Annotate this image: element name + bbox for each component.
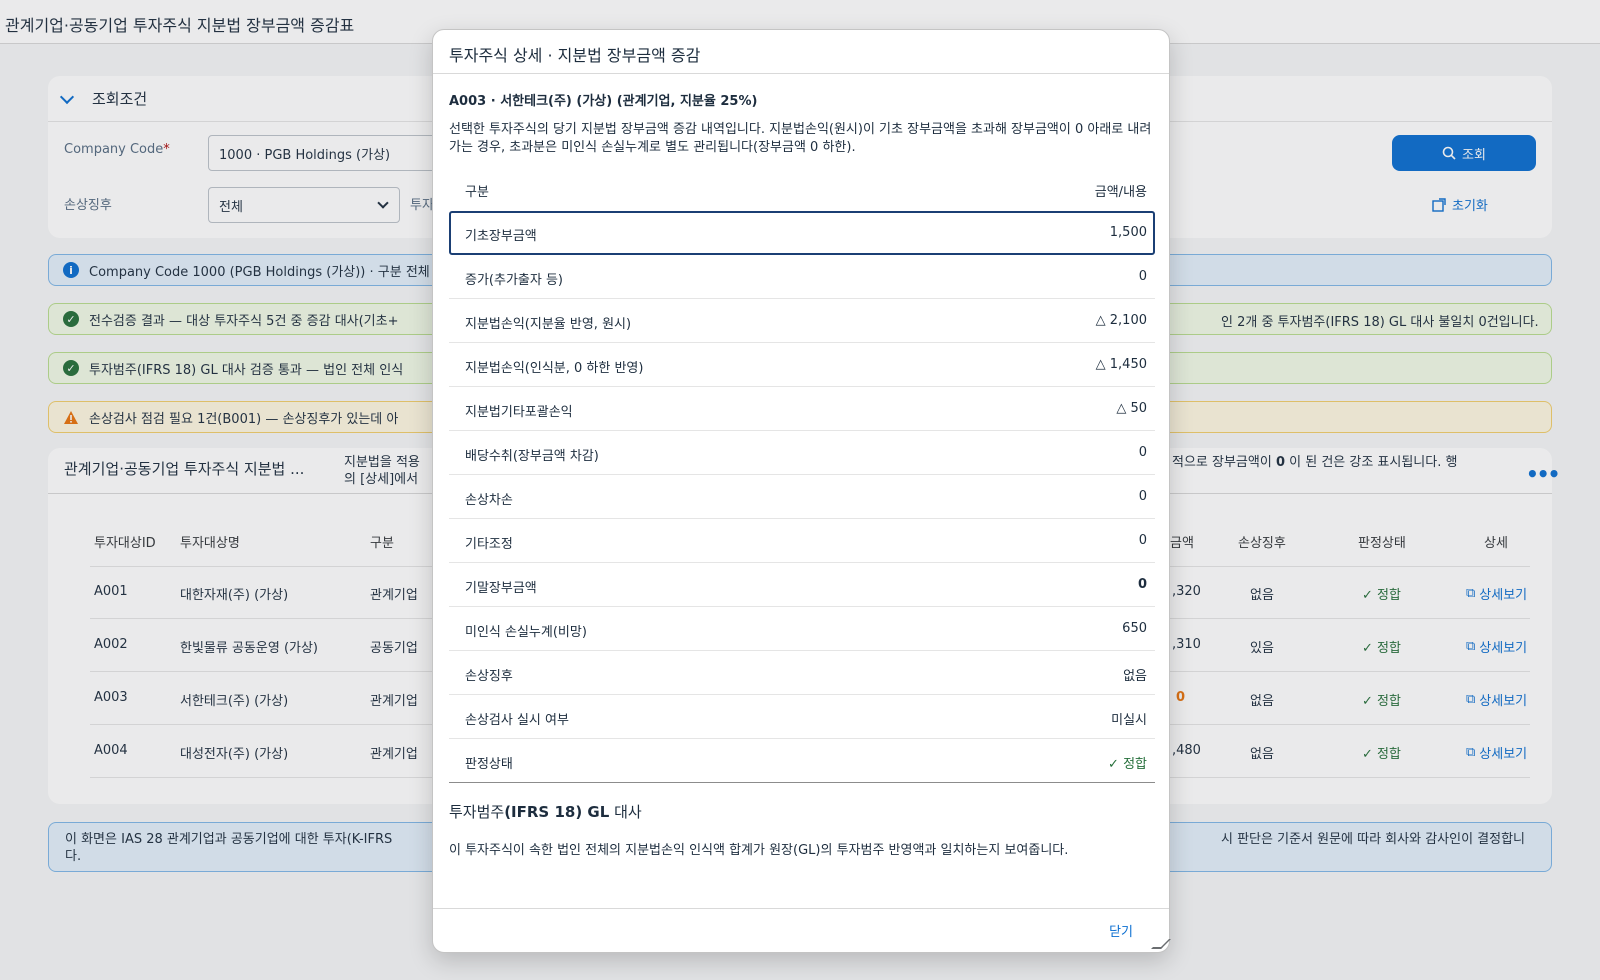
row-value: △ 2,100 xyxy=(1095,313,1147,328)
row-value: 0 xyxy=(1137,577,1147,592)
dialog-title: 투자주식 상세 · 지분법 장부금액 증감 xyxy=(433,30,1169,74)
row-value: 0 xyxy=(1138,445,1147,460)
row-label: 지분법손익(인식분, 0 하한 반영) xyxy=(465,361,644,376)
row-label: 판정상태 xyxy=(465,757,513,772)
detail-row[interactable]: 지분법손익(인식분, 0 하한 반영) △ 1,450 xyxy=(449,343,1155,387)
row-label: 증가(추가출자 등) xyxy=(465,273,563,288)
row-value: △ 1,450 xyxy=(1095,357,1147,372)
row-value: 없음 xyxy=(1123,669,1147,684)
gl-section-description: 이 투자주식이 속한 법인 전체의 지분법손익 인식액 합계가 원장(GL)의 … xyxy=(449,843,1069,858)
col-value: 금액/내용 xyxy=(1094,185,1147,200)
row-label: 손상차손 xyxy=(465,493,513,508)
gl-section-title: 투자범주(IFRS 18) GL 대사 xyxy=(449,803,642,821)
row-label: 배당수취(장부금액 차감) xyxy=(465,449,599,464)
detail-row[interactable]: 지분법기타포괄손익 △ 50 xyxy=(449,387,1155,431)
row-label: 지분법기타포괄손익 xyxy=(465,405,573,420)
row-value: 미실시 xyxy=(1111,713,1147,728)
detail-row[interactable]: 기타조정 0 xyxy=(449,519,1155,563)
dialog-body: A003 · 서한테크(주) (가상) (관계기업, 지분율 25%) 선택한 … xyxy=(449,90,1155,860)
detail-row[interactable]: 손상차손 0 xyxy=(449,475,1155,519)
row-label: 손상검사 실시 여부 xyxy=(465,713,569,728)
detail-row-opening-balance[interactable]: 기초장부금액 1,500 xyxy=(449,211,1155,255)
row-label: 기초장부금액 xyxy=(465,229,537,244)
detail-row[interactable]: 배당수취(장부금액 차감) 0 xyxy=(449,431,1155,475)
detail-row[interactable]: 지분법손익(지분율 반영, 원시) △ 2,100 xyxy=(449,299,1155,343)
dialog-footer: 닫기 xyxy=(433,908,1171,952)
row-label: 기말장부금액 xyxy=(465,581,537,596)
row-value: 0 xyxy=(1138,533,1147,548)
row-value: 1,500 xyxy=(1109,225,1147,240)
col-label: 구분 xyxy=(465,185,489,200)
dialog-description: 선택한 투자주식의 당기 지분법 장부금액 증감 내역입니다. 지분법손익(원시… xyxy=(449,122,1152,155)
resize-handle-icon[interactable] xyxy=(1151,939,1171,949)
detail-row-closing-balance[interactable]: 기말장부금액 0 xyxy=(449,563,1155,607)
detail-grid-header: 구분 금액/내용 xyxy=(449,169,1155,211)
detail-row[interactable]: 미인식 손실누계(비망) 650 xyxy=(449,607,1155,651)
detail-dialog: 투자주식 상세 · 지분법 장부금액 증감 A003 · 서한테크(주) (가상… xyxy=(432,29,1171,953)
close-button[interactable]: 닫기 xyxy=(1109,921,1133,940)
row-label: 기타조정 xyxy=(465,537,513,552)
check-icon: ✓ xyxy=(1108,757,1124,772)
row-value: 0 xyxy=(1138,269,1147,284)
row-label: 손상징후 xyxy=(465,669,513,684)
row-value: ✓ 정합 xyxy=(1108,757,1147,772)
detail-row[interactable]: 증가(추가출자 등) 0 xyxy=(449,255,1155,299)
row-value: 650 xyxy=(1122,621,1147,636)
row-value: △ 50 xyxy=(1116,401,1147,416)
detail-row[interactable]: 손상징후 없음 xyxy=(449,651,1155,695)
detail-row[interactable]: 손상검사 실시 여부 미실시 xyxy=(449,695,1155,739)
detail-row-status[interactable]: 판정상태 ✓ 정합 xyxy=(449,739,1155,783)
row-value: 0 xyxy=(1138,489,1147,504)
dialog-subtitle: A003 · 서한테크(주) (가상) (관계기업, 지분율 25%) xyxy=(449,94,758,109)
row-label: 지분법손익(지분율 반영, 원시) xyxy=(465,317,632,332)
row-label: 미인식 손실누계(비망) xyxy=(465,625,587,640)
